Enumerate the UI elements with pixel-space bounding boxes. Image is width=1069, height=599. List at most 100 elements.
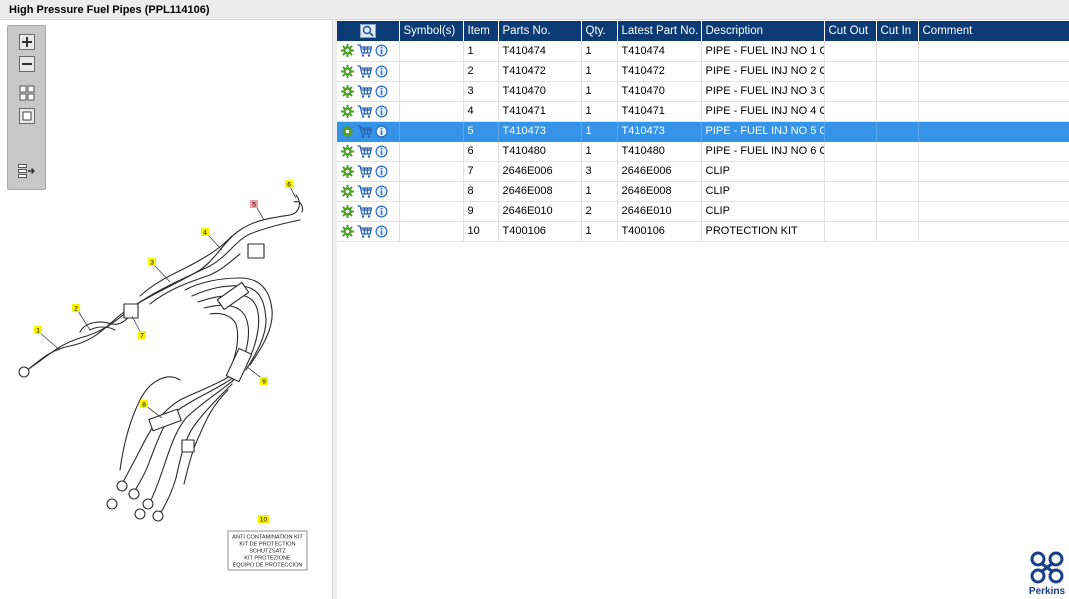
header-symbols[interactable]: Symbol(s) bbox=[399, 21, 464, 41]
latest-part-number-cell: T410472 bbox=[617, 61, 702, 82]
header-latest-part-no[interactable]: Latest Part No. bbox=[617, 21, 702, 41]
exploded-parts-diagram[interactable]: 1 2 3 4 5 6 7 8 9 10 ANTI CONTAMINATION … bbox=[0, 160, 333, 580]
callout-5[interactable]: 5 bbox=[252, 202, 256, 209]
kit-label-it: KIT PROTEZIONE bbox=[244, 556, 291, 562]
info-icon[interactable] bbox=[375, 165, 388, 178]
header-cut-out[interactable]: Cut Out bbox=[824, 21, 877, 41]
info-icon[interactable] bbox=[375, 105, 388, 118]
symbols-cell bbox=[399, 161, 464, 182]
comment-cell bbox=[918, 41, 1069, 62]
info-icon[interactable] bbox=[375, 44, 388, 57]
cut-in-cell bbox=[876, 101, 919, 122]
table-row[interactable]: 3 T410470 1 T410470 PIPE - FUEL INJ NO 3 CY bbox=[337, 81, 1069, 102]
table-row[interactable]: 1 T410474 1 T410474 PIPE - FUEL INJ NO 1 CY bbox=[337, 41, 1069, 62]
symbols-cell bbox=[399, 101, 464, 122]
callout-6[interactable]: 6 bbox=[287, 182, 291, 189]
table-row[interactable]: 5 T410473 1 T410473 PIPE - FUEL INJ NO 5 CY bbox=[337, 121, 1069, 142]
cart-icon[interactable] bbox=[357, 144, 372, 158]
table-row[interactable]: 2 T410472 1 T410472 PIPE - FUEL INJ NO 2 CY bbox=[337, 61, 1069, 82]
item-cell: 1 bbox=[463, 41, 499, 62]
gear-icon[interactable] bbox=[341, 84, 354, 98]
gear-icon[interactable] bbox=[341, 144, 354, 158]
actual-size-button[interactable] bbox=[17, 107, 37, 125]
callout-10[interactable]: 10 bbox=[260, 517, 268, 524]
cart-icon[interactable] bbox=[357, 164, 372, 178]
quantity-cell: 1 bbox=[581, 121, 618, 142]
cut-in-cell bbox=[876, 141, 919, 162]
gear-icon[interactable] bbox=[341, 164, 354, 178]
gear-icon[interactable] bbox=[341, 104, 354, 118]
quantity-cell: 1 bbox=[581, 61, 618, 82]
callout-9[interactable]: 9 bbox=[262, 379, 266, 386]
table-row[interactable]: 10 T400106 1 T400106 PROTECTION KIT bbox=[337, 221, 1069, 242]
info-icon[interactable] bbox=[375, 85, 388, 98]
cut-out-cell bbox=[824, 181, 877, 202]
callout-1[interactable]: 1 bbox=[36, 328, 40, 335]
cart-icon[interactable] bbox=[357, 124, 372, 138]
info-icon[interactable] bbox=[375, 145, 388, 158]
perkins-logo-mark bbox=[1030, 551, 1064, 584]
description-cell: PIPE - FUEL INJ NO 6 CY bbox=[701, 141, 825, 162]
gear-icon[interactable] bbox=[341, 124, 354, 138]
gear-icon[interactable] bbox=[341, 204, 354, 218]
cut-in-cell bbox=[876, 221, 919, 242]
info-icon[interactable] bbox=[375, 225, 388, 238]
zoom-in-button[interactable] bbox=[17, 33, 37, 51]
cut-in-cell bbox=[876, 81, 919, 102]
cart-icon[interactable] bbox=[357, 44, 372, 57]
latest-part-number-cell: T410474 bbox=[617, 41, 702, 62]
comment-cell bbox=[918, 201, 1069, 222]
row-actions-cell bbox=[337, 181, 400, 202]
header-comment[interactable]: Comment bbox=[918, 21, 1069, 41]
table-row[interactable]: 9 2646E010 2 2646E010 CLIP bbox=[337, 201, 1069, 222]
row-actions-cell bbox=[337, 41, 400, 62]
gear-icon[interactable] bbox=[341, 224, 354, 238]
table-row[interactable]: 7 2646E006 3 2646E006 CLIP bbox=[337, 161, 1069, 182]
cart-icon[interactable] bbox=[357, 184, 372, 198]
header-cut-in[interactable]: Cut In bbox=[876, 21, 919, 41]
row-actions-cell bbox=[337, 161, 400, 182]
diagram-panel[interactable]: 1 2 3 4 5 6 7 8 9 10 ANTI CONTAMINATION … bbox=[0, 20, 333, 599]
info-icon[interactable] bbox=[375, 185, 388, 198]
header-parts-no[interactable]: Parts No. bbox=[498, 21, 582, 41]
header-item[interactable]: Item bbox=[463, 21, 499, 41]
description-cell: PIPE - FUEL INJ NO 1 CY bbox=[701, 41, 825, 62]
header-qty[interactable]: Qty. bbox=[581, 21, 618, 41]
fit-page-button[interactable] bbox=[17, 84, 37, 102]
table-row[interactable]: 8 2646E008 1 2646E008 CLIP bbox=[337, 181, 1069, 202]
gear-icon[interactable] bbox=[341, 184, 354, 198]
table-row[interactable]: 4 T410471 1 T410471 PIPE - FUEL INJ NO 4 CY bbox=[337, 101, 1069, 122]
header-description[interactable]: Description bbox=[701, 21, 825, 41]
grid-body: 1 T410474 1 T410474 PIPE - FUEL INJ NO 1 CY 2… bbox=[337, 41, 1069, 242]
cut-out-cell bbox=[824, 221, 877, 242]
comment-cell bbox=[918, 61, 1069, 82]
symbols-cell bbox=[399, 81, 464, 102]
callout-2[interactable]: 2 bbox=[74, 306, 78, 313]
table-row[interactable]: 6 T410480 1 T410480 PIPE - FUEL INJ NO 6 CY bbox=[337, 141, 1069, 162]
callout-4[interactable]: 4 bbox=[203, 230, 207, 237]
cart-icon[interactable] bbox=[357, 84, 372, 98]
search-icon bbox=[359, 24, 376, 38]
part-number-cell: T410471 bbox=[498, 101, 582, 122]
info-icon[interactable] bbox=[375, 65, 388, 78]
cart-icon[interactable] bbox=[357, 204, 372, 218]
zoom-out-button[interactable] bbox=[17, 55, 37, 73]
cart-icon[interactable] bbox=[357, 64, 372, 78]
window-title: High Pressure Fuel Pipes (PPL114106) bbox=[9, 4, 210, 16]
callout-3[interactable]: 3 bbox=[150, 260, 154, 267]
actual-size-icon bbox=[19, 108, 35, 124]
info-icon[interactable] bbox=[375, 125, 388, 138]
callout-7[interactable]: 7 bbox=[140, 333, 144, 340]
gear-icon[interactable] bbox=[341, 64, 354, 78]
description-cell: PROTECTION KIT bbox=[701, 221, 825, 242]
info-icon[interactable] bbox=[375, 205, 388, 218]
kit-label-fr: KIT DE PROTECTION bbox=[239, 542, 295, 548]
symbols-cell bbox=[399, 201, 464, 222]
cut-in-cell bbox=[876, 161, 919, 182]
cart-icon[interactable] bbox=[357, 104, 372, 118]
header-search-cell[interactable] bbox=[337, 21, 400, 41]
gear-icon[interactable] bbox=[341, 44, 354, 58]
callout-8[interactable]: 8 bbox=[142, 402, 146, 409]
cart-icon[interactable] bbox=[357, 224, 372, 238]
symbols-cell bbox=[399, 121, 464, 142]
